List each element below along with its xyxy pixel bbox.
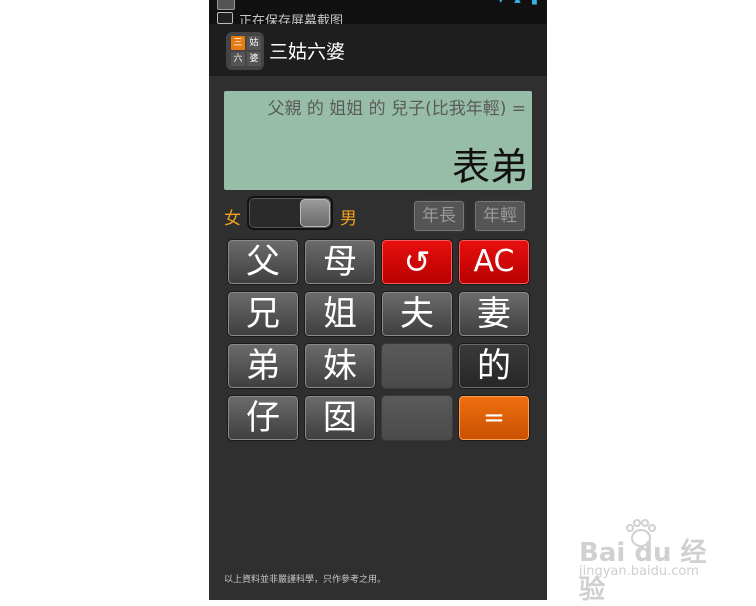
phone-screen: 正在保存屏幕截图 ▾ ▴ ▮ 三 姑 六 婆 三姑六婆 父親 的 姐姐 的 兒子…: [209, 0, 547, 600]
status-bar: 正在保存屏幕截图 ▾ ▴ ▮: [209, 0, 547, 29]
key-daughter[interactable]: 囡: [304, 395, 376, 441]
logo-char: 六: [231, 52, 245, 66]
baidu-watermark: Bai du 经验 jingyan.baidu.com: [577, 518, 727, 605]
key-mother[interactable]: 母: [304, 239, 376, 285]
logo-char: 姑: [247, 36, 261, 50]
key-younger-sister[interactable]: 妹: [304, 343, 376, 389]
key-father[interactable]: 父: [227, 239, 299, 285]
female-label: 女: [224, 209, 241, 229]
key-elder-sister[interactable]: 姐: [304, 291, 376, 337]
logo-char: 婆: [247, 52, 261, 66]
male-label: 男: [340, 209, 357, 229]
younger-button[interactable]: 年輕: [473, 199, 527, 233]
action-bar: 三 姑 六 婆 三姑六婆: [209, 24, 547, 76]
toggle-knob[interactable]: [300, 199, 330, 227]
expression-text: 父親 的 姐姐 的 兒子(比我年輕) =: [267, 99, 526, 119]
key-wife[interactable]: 妻: [458, 291, 530, 337]
equals-button[interactable]: =: [458, 395, 530, 441]
result-display: 父親 的 姐姐 的 兒子(比我年輕) = 表弟: [224, 91, 532, 190]
system-status-icons: ▾ ▴ ▮: [498, 0, 541, 7]
key-of[interactable]: 的: [458, 343, 530, 389]
notification-icon: [217, 0, 235, 10]
key-son[interactable]: 仔: [227, 395, 299, 441]
undo-icon: ↺: [403, 243, 431, 281]
app-logo-icon: 三 姑 六 婆: [226, 32, 264, 70]
app-title: 三姑六婆: [269, 41, 346, 63]
blank-key: [381, 343, 453, 389]
undo-button[interactable]: ↺: [381, 239, 453, 285]
screenshot-icon: [217, 12, 233, 24]
disclaimer-text: 以上資料並非嚴謹科學，只作參考之用。: [224, 575, 387, 585]
watermark-url: jingyan.baidu.com: [579, 564, 699, 579]
gender-toggle[interactable]: [247, 196, 333, 230]
blank-key: [381, 395, 453, 441]
elder-button[interactable]: 年長: [412, 199, 466, 233]
result-text: 表弟: [451, 145, 528, 189]
logo-char: 三: [231, 36, 245, 50]
key-husband[interactable]: 夫: [381, 291, 453, 337]
key-elder-brother[interactable]: 兄: [227, 291, 299, 337]
key-younger-brother[interactable]: 弟: [227, 343, 299, 389]
clear-all-button[interactable]: AC: [458, 239, 530, 285]
